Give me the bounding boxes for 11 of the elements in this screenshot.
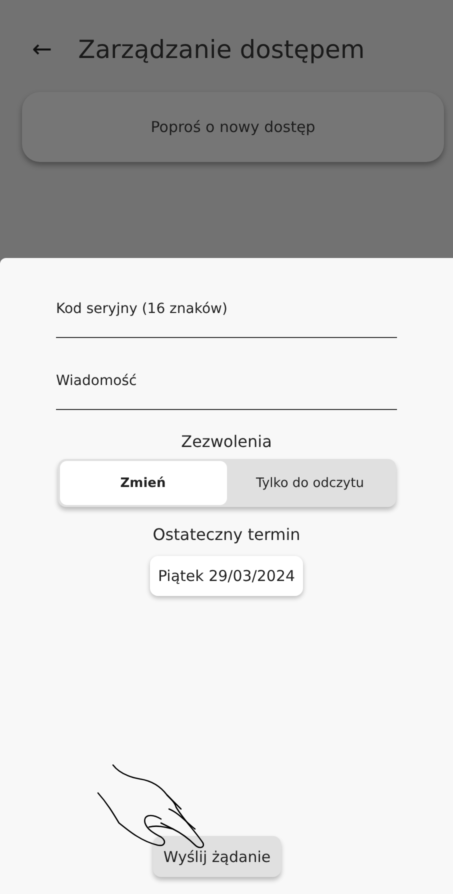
send-request-button[interactable]: Wyślij żądanie [153, 836, 281, 877]
screen-title: Zarządzanie dostępem [78, 34, 365, 64]
section-title: Ostateczny termin [152, 525, 300, 544]
date-button[interactable]: Piątek 29/03/2024 [150, 556, 304, 596]
back-button[interactable]: ← [32, 35, 52, 63]
section-title: Zezwolenia [181, 432, 272, 451]
text-field[interactable]: Wiadomość [56, 366, 397, 410]
segment-option[interactable]: Zmień [60, 461, 226, 505]
request-access-button[interactable]: Poproś o nowy dostęp [22, 92, 444, 162]
text-field[interactable]: Kod seryjny (16 znaków) [56, 294, 397, 338]
segment-option[interactable]: Tylko do odczytu [226, 461, 394, 505]
